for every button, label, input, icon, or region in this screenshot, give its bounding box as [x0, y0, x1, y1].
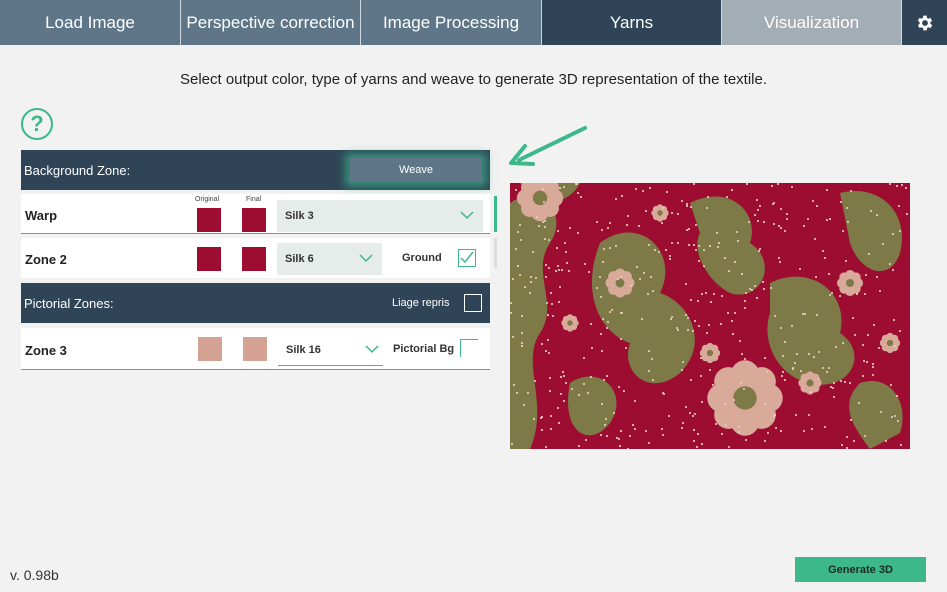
zone3-yarn-value: Silk 16 — [286, 343, 321, 356]
zone3-yarn-dropdown[interactable]: Silk 16 — [278, 334, 383, 366]
original-column-label: Original — [195, 196, 220, 203]
zone3-original-color-swatch — [198, 337, 222, 361]
tab-yarns[interactable]: Yarns — [542, 0, 722, 45]
warp-yarn-dropdown[interactable]: Silk 3 — [277, 200, 483, 232]
zone2-label: Zone 2 — [25, 252, 67, 267]
pictorial-zones-title: Pictorial Zones: — [24, 295, 114, 311]
zone2-yarn-dropdown[interactable]: Silk 6 — [277, 243, 382, 275]
scrollbar-thumb[interactable] — [494, 196, 497, 232]
zone2-row: Zone 2 Silk 6 Ground — [21, 238, 490, 278]
settings-button[interactable] — [902, 0, 947, 45]
warp-yarn-value: Silk 3 — [285, 210, 314, 222]
tab-load-image[interactable]: Load Image — [0, 0, 181, 45]
pictorial-bg-label: Pictorial Bg — [393, 343, 455, 355]
zone2-final-color-swatch[interactable] — [242, 247, 266, 271]
tab-perspective-correction[interactable]: Perspective correction — [181, 0, 361, 45]
background-zone-header: Background Zone: Weave — [21, 150, 490, 190]
weave-button[interactable]: Weave — [350, 158, 482, 182]
zone3-label: Zone 3 — [25, 343, 67, 358]
chevron-down-icon — [359, 254, 373, 263]
ground-label: Ground — [402, 252, 442, 264]
final-column-label: Final — [246, 196, 262, 203]
chevron-down-icon — [460, 211, 474, 220]
ground-checkbox[interactable] — [458, 249, 476, 267]
zone2-yarn-value: Silk 6 — [285, 253, 314, 265]
liage-repris-checkbox[interactable] — [464, 294, 482, 312]
warp-row: Warp Original Final Silk 3 — [21, 194, 490, 234]
warp-original-color-swatch — [197, 208, 221, 232]
tab-bar: Load Image Perspective correction Image … — [0, 0, 947, 45]
gear-icon — [917, 15, 932, 30]
pictorial-zones-header: Pictorial Zones: Liage repris — [21, 283, 490, 323]
liage-repris-label: Liage repris — [392, 297, 450, 309]
textile-preview — [510, 183, 910, 449]
pictorial-bg-checkbox[interactable] — [460, 339, 478, 357]
version-label: v. 0.98b — [10, 567, 59, 583]
tab-visualization[interactable]: Visualization — [722, 0, 902, 45]
instruction-text: Select output color, type of yarns and w… — [179, 71, 768, 88]
arrow-hint-icon — [509, 126, 587, 166]
textile-pattern-image — [510, 183, 910, 449]
zone2-original-color-swatch — [197, 247, 221, 271]
check-icon — [460, 251, 474, 264]
warp-label: Warp — [25, 208, 58, 223]
scrollbar-track[interactable] — [494, 238, 497, 268]
warp-final-color-swatch[interactable] — [242, 208, 266, 232]
question-circle-icon[interactable]: ? — [21, 108, 53, 140]
zone3-row: Zone 3 Silk 16 Pictorial Bg — [21, 328, 490, 370]
zone3-final-color-swatch[interactable] — [243, 337, 267, 361]
background-zone-title: Background Zone: — [24, 162, 131, 178]
generate-3d-button[interactable]: Generate 3D — [795, 557, 926, 582]
chevron-down-icon — [365, 345, 379, 354]
tab-image-processing[interactable]: Image Processing — [361, 0, 542, 45]
